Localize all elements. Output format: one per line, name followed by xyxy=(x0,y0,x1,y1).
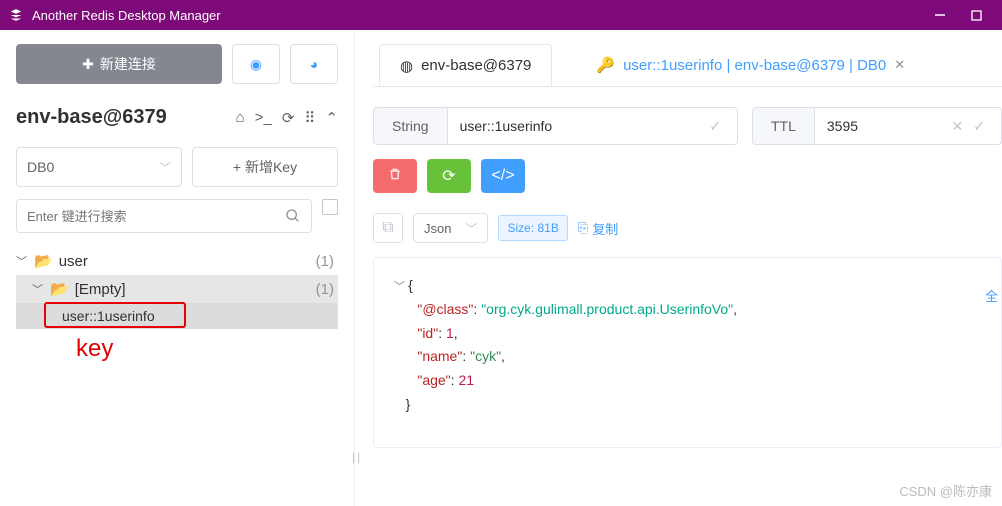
copy-icon: ⎘ xyxy=(578,220,588,236)
collapse-icon[interactable]: ⌃ xyxy=(325,109,338,127)
json-value: "cyk" xyxy=(470,348,501,364)
resize-handle[interactable]: || xyxy=(352,450,362,464)
format-select[interactable]: Json ﹀ xyxy=(413,213,488,243)
json-key: "name" xyxy=(417,348,462,364)
annotation-text: key xyxy=(76,335,113,363)
refresh-button[interactable]: ⟳ xyxy=(427,159,471,193)
delete-button[interactable] xyxy=(373,159,417,193)
tab-label: user::1userinfo | env-base@6379 | DB0 xyxy=(623,57,886,74)
check-icon[interactable]: ✓ xyxy=(705,118,725,135)
tree-label: user xyxy=(59,253,88,270)
minimize-button[interactable] xyxy=(922,0,958,30)
home-icon[interactable]: ⌂ xyxy=(236,109,245,127)
refresh-icon: ⟳ xyxy=(442,166,455,186)
size-badge: Size: 81B xyxy=(498,215,567,241)
key-icon: 🔑 xyxy=(596,56,615,74)
ttl-input[interactable]: 3595 ✕ ✓ xyxy=(815,107,1002,145)
exact-match-toggle[interactable] xyxy=(322,199,338,215)
folder-open-icon: 📂 xyxy=(50,280,69,298)
tab-label: env-base@6379 xyxy=(421,57,531,74)
search-icon[interactable] xyxy=(285,208,301,227)
log-button[interactable]: ◕ xyxy=(290,44,338,84)
json-key: "id" xyxy=(417,325,438,341)
settings-button[interactable]: ◉ xyxy=(232,44,280,84)
add-key-button[interactable]: + 新增Key xyxy=(192,147,338,187)
annotation-box xyxy=(44,302,186,328)
fullscreen-link[interactable]: 全 xyxy=(985,286,998,305)
tab-home[interactable]: ◍ env-base@6379 xyxy=(379,44,552,86)
type-label: String xyxy=(373,107,448,145)
plus-icon: ✚ xyxy=(82,56,94,73)
connection-name: env-base@6379 xyxy=(16,106,236,129)
close-tab-icon[interactable]: ✕ xyxy=(894,57,905,73)
folder-open-icon: 📂 xyxy=(34,252,53,270)
clock-icon: ◕ xyxy=(310,56,318,72)
key-name-value: user::1userinfo xyxy=(460,118,553,134)
refresh-icon[interactable]: ⟳ xyxy=(282,109,295,127)
new-connection-label: 新建连接 xyxy=(100,54,156,74)
hierarchy-icon[interactable]: ⧉ xyxy=(373,213,403,243)
maximize-button[interactable] xyxy=(958,0,994,30)
json-viewer: ﹀ { "@class": "org.cyk.gulimall.product.… xyxy=(373,257,1002,448)
collapse-toggle-icon[interactable]: ﹀ xyxy=(394,281,408,293)
window-title: Another Redis Desktop Manager xyxy=(32,8,221,23)
db-select[interactable]: DB0 ﹀ xyxy=(16,147,182,187)
json-value: "org.cyk.gulimall.product.api.UserinfoVo… xyxy=(481,301,733,317)
tab-key[interactable]: 🔑 user::1userinfo | env-base@6379 | DB0 … xyxy=(576,44,925,86)
search-input-wrap xyxy=(16,199,312,233)
key-name-input[interactable]: user::1userinfo ✓ xyxy=(448,107,738,145)
new-connection-button[interactable]: ✚ 新建连接 xyxy=(16,44,222,84)
chevron-down-icon: ﹀ xyxy=(32,281,44,297)
tree-folder-user[interactable]: ﹀ 📂 user (1) xyxy=(16,247,338,275)
format-label: Json xyxy=(424,221,451,236)
chevron-down-icon: ﹀ xyxy=(465,220,477,237)
json-key: "@class" xyxy=(417,301,473,317)
code-icon: </> xyxy=(491,167,514,185)
check-icon[interactable]: ✓ xyxy=(969,118,989,135)
tree-folder-empty[interactable]: ﹀ 📂 [Empty] (1) xyxy=(16,275,338,303)
ttl-label: TTL xyxy=(752,107,815,145)
chevron-down-icon: ﹀ xyxy=(16,253,28,269)
db-label: DB0 xyxy=(27,159,54,175)
json-value: 21 xyxy=(458,372,474,388)
tree-count: (1) xyxy=(316,253,334,270)
trash-icon xyxy=(388,167,402,186)
gear-icon: ◉ xyxy=(250,56,262,73)
database-icon: ◍ xyxy=(400,57,413,75)
terminal-icon[interactable]: >_ xyxy=(255,109,272,127)
copy-button[interactable]: ⎘ 复制 xyxy=(578,219,618,238)
tree-label: [Empty] xyxy=(75,281,126,298)
chevron-down-icon: ﹀ xyxy=(159,159,171,176)
watermark: CSDN @陈亦康 xyxy=(899,481,992,500)
json-key: "age" xyxy=(417,372,450,388)
code-button[interactable]: </> xyxy=(481,159,525,193)
clear-ttl-icon[interactable]: ✕ xyxy=(946,118,970,135)
app-icon xyxy=(8,7,24,23)
json-value: 1 xyxy=(446,325,454,341)
tree-count: (1) xyxy=(316,281,334,298)
copy-label: 复制 xyxy=(592,219,618,238)
search-input[interactable] xyxy=(27,200,277,232)
ttl-value: 3595 xyxy=(827,118,858,134)
grid-icon[interactable]: ⠿ xyxy=(304,109,315,127)
